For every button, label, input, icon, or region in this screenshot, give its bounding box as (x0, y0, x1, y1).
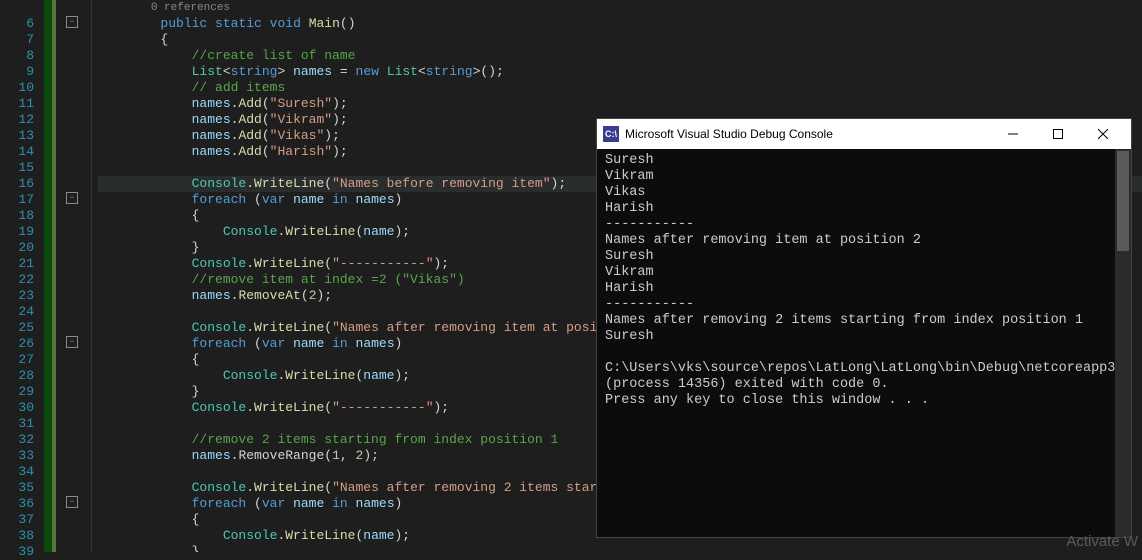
line-number: 20 (0, 240, 34, 256)
line-number: 13 (0, 128, 34, 144)
line-number: 9 (0, 64, 34, 80)
maximize-button[interactable] (1035, 119, 1080, 149)
line-number: 31 (0, 416, 34, 432)
codelens-references[interactable]: 0 references (151, 2, 230, 14)
debug-console-window: C:\ Microsoft Visual Studio Debug Consol… (596, 118, 1132, 538)
line-number: 11 (0, 96, 34, 112)
windows-watermark: Activate W (1066, 533, 1138, 550)
line-number: 10 (0, 80, 34, 96)
line-number: 33 (0, 448, 34, 464)
line-number: 15 (0, 160, 34, 176)
fold-margin: − − − − (56, 0, 92, 552)
line-number: 35 (0, 480, 34, 496)
console-titlebar[interactable]: C:\ Microsoft Visual Studio Debug Consol… (597, 119, 1131, 149)
fold-toggle-icon[interactable]: − (66, 192, 78, 204)
indicator-margin (44, 0, 52, 552)
close-button[interactable] (1080, 119, 1125, 149)
line-number: 36 (0, 496, 34, 512)
console-app-icon: C:\ (603, 126, 619, 142)
console-title: Microsoft Visual Studio Debug Console (625, 127, 990, 141)
console-output[interactable]: Suresh Vikram Vikas Harish ----------- N… (597, 149, 1131, 537)
line-number: 27 (0, 352, 34, 368)
line-number: 7 (0, 32, 34, 48)
line-number: 32 (0, 432, 34, 448)
line-number: 19 (0, 224, 34, 240)
line-number: 37 (0, 512, 34, 528)
fold-toggle-icon[interactable]: − (66, 336, 78, 348)
line-number: 17 (0, 192, 34, 208)
scrollbar-thumb[interactable] (1117, 151, 1129, 251)
line-number: 14 (0, 144, 34, 160)
line-number: 34 (0, 464, 34, 480)
line-number: 21 (0, 256, 34, 272)
line-number-gutter: 6 7 8 9 10 11 12 13 14 15 16 17 18 19 20… (0, 0, 44, 560)
line-number: 8 (0, 48, 34, 64)
fold-toggle-icon[interactable]: − (66, 496, 78, 508)
line-number: 6 (0, 16, 34, 32)
fold-toggle-icon[interactable]: − (66, 16, 78, 28)
line-number: 28 (0, 368, 34, 384)
line-number: 29 (0, 384, 34, 400)
line-number: 38 (0, 528, 34, 544)
line-number: 26 (0, 336, 34, 352)
line-number: 30 (0, 400, 34, 416)
line-number: 12 (0, 112, 34, 128)
line-number: 18 (0, 208, 34, 224)
line-number: 24 (0, 304, 34, 320)
line-number: 23 (0, 288, 34, 304)
line-number: 25 (0, 320, 34, 336)
line-number: 22 (0, 272, 34, 288)
line-number: 39 (0, 544, 34, 560)
line-number: 16 (0, 176, 34, 192)
minimize-button[interactable] (990, 119, 1035, 149)
console-scrollbar[interactable] (1115, 149, 1131, 537)
